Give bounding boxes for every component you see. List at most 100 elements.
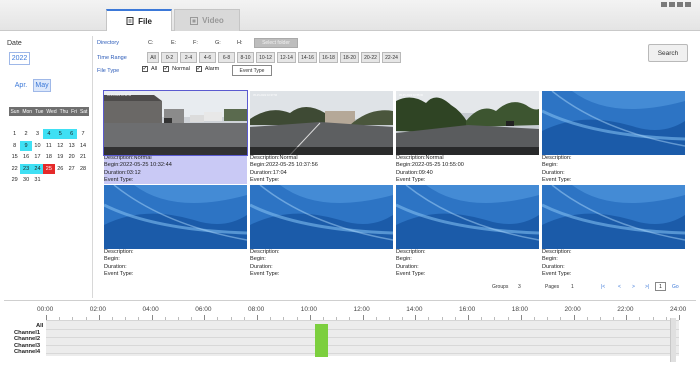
calendar-day[interactable]: 18 xyxy=(43,152,54,162)
checkbox-normal[interactable]: ✓ xyxy=(163,66,170,72)
file-card[interactable]: 05-25-2022 10:55:00 Description:Normal Beg… xyxy=(396,91,539,184)
calendar-day[interactable]: 1 xyxy=(9,129,20,139)
page-input[interactable]: 1 xyxy=(655,282,666,291)
calendar-day[interactable]: 17 xyxy=(32,152,43,162)
calendar-day[interactable]: 20 xyxy=(66,152,77,162)
recording-segment[interactable] xyxy=(315,324,329,357)
calendar-day[interactable]: 9 xyxy=(20,140,32,151)
calendar-day[interactable]: 3 xyxy=(32,129,43,139)
file-event: Event Type: xyxy=(396,176,426,183)
calendar-day[interactable]: 21 xyxy=(77,152,88,162)
file-card[interactable]: Description: Begin: Duration: Event Type: xyxy=(396,185,539,278)
close-icon[interactable] xyxy=(685,2,691,7)
time-range-button[interactable]: 22-24 xyxy=(382,52,401,63)
minimize-icon[interactable] xyxy=(661,2,667,7)
calendar-day[interactable]: 31 xyxy=(32,175,43,185)
time-range-button[interactable]: 14-16 xyxy=(298,52,317,63)
time-range-button[interactable]: 4-6 xyxy=(199,52,216,63)
file-card[interactable]: 05-25-2022 10:37:56 Description:Normal Beg… xyxy=(250,91,393,184)
month-april[interactable]: Apr. xyxy=(12,79,30,92)
file-card[interactable]: Description: Begin: Duration: Event Type: xyxy=(542,91,685,184)
file-begin: Begin: xyxy=(542,162,558,169)
calendar-day[interactable]: 16 xyxy=(20,152,31,162)
tab-video[interactable]: Video xyxy=(174,9,240,31)
time-range-button[interactable]: 2-4 xyxy=(180,52,197,63)
thumbnail[interactable] xyxy=(542,185,685,249)
time-range-button[interactable]: 20-22 xyxy=(361,52,380,63)
checkbox-all[interactable]: ✓ xyxy=(142,66,148,72)
thumbnail[interactable] xyxy=(250,185,393,249)
drive-g[interactable]: G: xyxy=(215,40,221,46)
thumbnail[interactable] xyxy=(542,91,685,155)
calendar-day[interactable]: 26 xyxy=(55,164,66,174)
file-desc: Description: xyxy=(542,155,572,161)
search-button[interactable]: Search xyxy=(648,44,688,62)
file-card[interactable]: 05-25-2022 10:32:44 Description:Normal Beg… xyxy=(103,90,248,185)
last-page-button[interactable]: >| xyxy=(645,284,649,290)
file-card[interactable]: Description: Begin: Duration: Event Type: xyxy=(542,185,685,278)
drive-h[interactable]: H: xyxy=(237,40,243,46)
svg-text:05-25-2022 10:37:56: 05-25-2022 10:37:56 xyxy=(253,93,278,97)
timeline-tick-label: 18:00 xyxy=(511,306,529,313)
thumbnail[interactable]: 05-25-2022 10:37:56 xyxy=(250,91,393,155)
month-may[interactable]: May xyxy=(33,79,51,92)
drive-c[interactable]: C: xyxy=(148,40,154,46)
checkbox-alarm[interactable]: ✓ xyxy=(195,66,202,72)
timeline-scrollbar[interactable] xyxy=(670,318,676,362)
thumbnail[interactable] xyxy=(104,185,247,249)
maximize-icon[interactable] xyxy=(677,2,683,7)
calendar-day[interactable]: 22 xyxy=(9,164,20,174)
calendar-day[interactable]: 7 xyxy=(77,129,88,139)
calendar-day[interactable]: 19 xyxy=(55,152,66,162)
calendar-day[interactable]: 12 xyxy=(55,141,66,151)
event-type-button[interactable]: Event Type xyxy=(232,65,272,76)
calendar-day[interactable]: 5 xyxy=(54,129,66,139)
calendar-day[interactable]: 29 xyxy=(9,175,20,185)
year-selector[interactable]: 2022 xyxy=(9,52,30,65)
time-range-button[interactable]: 12-14 xyxy=(277,52,296,63)
calendar-day[interactable]: 25 xyxy=(43,163,55,174)
calendar-day[interactable]: 15 xyxy=(9,152,20,162)
restore-icon[interactable] xyxy=(669,2,675,7)
calendar-day[interactable]: 24 xyxy=(31,163,44,174)
file-card[interactable]: Description: Begin: Duration: Event Type: xyxy=(250,185,393,278)
tab-file[interactable]: File xyxy=(106,9,172,31)
time-range-button[interactable]: 18-20 xyxy=(340,52,359,63)
calendar-day[interactable]: 11 xyxy=(43,141,54,151)
calendar-day[interactable]: 23 xyxy=(20,163,32,174)
time-range-button[interactable]: 16-18 xyxy=(319,52,338,63)
calendar-day[interactable]: 28 xyxy=(77,164,88,174)
drive-e[interactable]: E: xyxy=(171,40,176,46)
file-card[interactable]: Description: Begin: Duration: Event Type: xyxy=(104,185,247,278)
time-range-button[interactable]: 8-10 xyxy=(237,52,254,63)
timeline-track[interactable] xyxy=(46,320,679,357)
calendar-day[interactable]: 30 xyxy=(20,175,31,185)
next-page-button[interactable]: > xyxy=(632,284,635,290)
select-folder-button[interactable]: Select folder xyxy=(254,38,298,48)
calendar-day[interactable]: 27 xyxy=(66,164,77,174)
calendar-day[interactable]: 8 xyxy=(9,141,20,151)
calendar-day[interactable]: 13 xyxy=(66,141,77,151)
file-type-label: File Type xyxy=(97,68,120,74)
time-range-button[interactable]: All xyxy=(147,52,159,63)
go-button[interactable]: Go xyxy=(672,284,679,290)
prev-page-button[interactable]: < xyxy=(618,284,621,290)
calendar-day[interactable]: 2 xyxy=(20,129,31,139)
first-page-button[interactable]: |< xyxy=(601,284,605,290)
file-desc: Description:Normal xyxy=(250,155,298,161)
thumbnail-image: 05-25-2022 10:37:56 xyxy=(250,91,393,155)
time-range-button[interactable]: 10-12 xyxy=(256,52,275,63)
file-duration: Duration: xyxy=(396,263,419,270)
calendar-day[interactable]: 4 xyxy=(43,129,55,139)
svg-text:05-25-2022 10:55:00: 05-25-2022 10:55:00 xyxy=(399,93,424,97)
drive-f[interactable]: F: xyxy=(193,40,198,46)
calendar-day[interactable]: 6 xyxy=(65,129,78,139)
file-desc: Description:Normal xyxy=(104,155,152,161)
thumbnail[interactable]: 05-25-2022 10:55:00 xyxy=(396,91,539,155)
calendar-day[interactable]: 10 xyxy=(32,141,43,151)
thumbnail[interactable]: 05-25-2022 10:32:44 xyxy=(103,90,248,156)
time-range-button[interactable]: 6-8 xyxy=(218,52,235,63)
calendar-day[interactable]: 14 xyxy=(77,141,88,151)
thumbnail[interactable] xyxy=(396,185,539,249)
time-range-button[interactable]: 0-2 xyxy=(161,52,178,63)
